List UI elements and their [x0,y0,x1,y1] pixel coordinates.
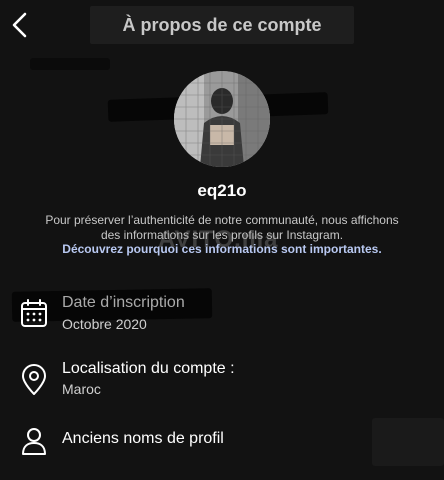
join-date-value: Octobre 2020 [62,316,147,332]
profile-photo-icon [174,71,270,167]
former-usernames-label: Anciens noms de profil [62,430,224,447]
row-join-date: Date d’inscription Octobre 2020 [0,294,444,336]
watermark: AVITO.ma [158,226,279,253]
calendar-icon [20,298,48,328]
location-pin-icon [20,364,48,396]
account-location-label: Localisation du compte : [62,360,235,377]
chevron-left-icon [12,12,27,38]
title-bar: À propos de ce compte [90,6,354,44]
username: eq21o [197,181,247,200]
about-account-screen: À propos de ce compte eq21o Pour préserv… [0,0,444,480]
row-account-location: Localisation du compte : Maroc [0,360,444,402]
row-former-usernames[interactable]: Anciens noms de profil [0,426,444,460]
account-location-value: Maroc [62,381,101,397]
header: À propos de ce compte [0,0,444,52]
back-button[interactable] [6,8,36,42]
redaction-smear [30,58,110,70]
person-icon [20,426,48,456]
page-title: À propos de ce compte [122,15,322,35]
join-date-label: Date d’inscription [62,294,185,311]
avatar[interactable] [174,71,270,167]
